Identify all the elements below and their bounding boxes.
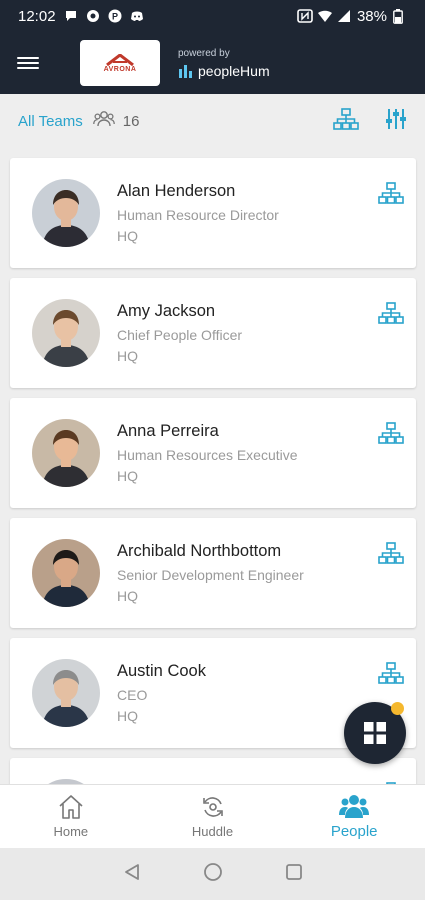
home-icon bbox=[59, 795, 83, 819]
status-bar: 12:02 P 38% bbox=[0, 0, 425, 32]
person-location: HQ bbox=[117, 588, 138, 604]
bottom-nav: Home Huddle People bbox=[0, 784, 425, 848]
person-card[interactable] bbox=[10, 758, 416, 784]
company-logo[interactable]: AVRONA bbox=[80, 40, 160, 86]
message-icon bbox=[64, 9, 78, 23]
menu-icon bbox=[17, 54, 39, 72]
app-header: AVRONA powered by peopleHum bbox=[0, 32, 425, 94]
org-chart-icon[interactable] bbox=[378, 422, 404, 449]
notification-dot bbox=[391, 702, 404, 715]
person-card[interactable]: Anna Perreira Human Resources Executive HQ bbox=[10, 398, 416, 508]
apps-grid-icon bbox=[364, 722, 386, 744]
record-icon bbox=[86, 9, 100, 23]
nav-home-label: Home bbox=[53, 824, 89, 839]
org-chart-icon[interactable] bbox=[378, 182, 404, 209]
menu-button[interactable] bbox=[0, 32, 56, 94]
person-title: Chief People Officer bbox=[117, 327, 243, 343]
apps-fab-button[interactable] bbox=[344, 702, 406, 764]
wifi-icon bbox=[317, 9, 332, 23]
org-chart-icon[interactable] bbox=[333, 107, 359, 135]
person-title: Senior Development Engineer bbox=[117, 567, 304, 583]
person-name[interactable]: Archibald Northbottom bbox=[117, 542, 281, 561]
person-card[interactable]: Archibald Northbottom Senior Development … bbox=[10, 518, 416, 628]
teams-bar: All Teams 16 bbox=[0, 94, 425, 148]
filter-icon[interactable] bbox=[385, 107, 407, 136]
signal-icon bbox=[337, 9, 351, 23]
discord-icon bbox=[130, 9, 144, 23]
battery-percent: 38% bbox=[356, 7, 387, 25]
avatar[interactable] bbox=[32, 659, 100, 727]
svg-text:P: P bbox=[112, 12, 118, 22]
avatar[interactable] bbox=[32, 419, 100, 487]
avatar[interactable] bbox=[32, 179, 100, 247]
org-chart-icon[interactable] bbox=[378, 302, 404, 329]
all-teams-link[interactable]: All Teams bbox=[18, 113, 83, 130]
powered-by-block: powered by peopleHum bbox=[178, 48, 270, 79]
teams-count: 16 bbox=[122, 112, 140, 130]
person-location: HQ bbox=[117, 228, 138, 244]
huddle-icon bbox=[202, 797, 223, 817]
nav-huddle[interactable]: Huddle bbox=[142, 785, 284, 848]
brand-logo: peopleHum bbox=[178, 63, 270, 79]
person-title: CEO bbox=[117, 687, 148, 703]
person-card[interactable]: Alan Henderson Human Resource Director HQ bbox=[10, 158, 416, 268]
p-icon: P bbox=[108, 9, 122, 23]
team-icon bbox=[92, 110, 115, 133]
org-chart-icon[interactable] bbox=[378, 542, 404, 569]
org-chart-icon[interactable] bbox=[378, 662, 404, 689]
peoplehum-icon bbox=[179, 64, 192, 78]
person-card[interactable]: Amy Jackson Chief People Officer HQ bbox=[10, 278, 416, 388]
person-location: HQ bbox=[117, 708, 138, 724]
home-circle-icon[interactable] bbox=[203, 862, 223, 887]
system-nav bbox=[0, 848, 425, 900]
nav-people[interactable]: People bbox=[283, 785, 425, 848]
person-title: Human Resource Director bbox=[117, 207, 279, 223]
logo-mark-icon bbox=[106, 53, 134, 66]
people-list[interactable]: Alan Henderson Human Resource Director HQ A… bbox=[0, 148, 425, 784]
nav-home[interactable]: Home bbox=[0, 785, 142, 848]
back-icon[interactable] bbox=[123, 863, 141, 886]
nav-huddle-label: Huddle bbox=[191, 824, 234, 839]
nav-people-label: People bbox=[330, 823, 378, 840]
person-name[interactable]: Austin Cook bbox=[117, 662, 206, 681]
people-icon bbox=[339, 795, 370, 818]
powered-by-label: powered by bbox=[178, 47, 230, 59]
person-name[interactable]: Anna Perreira bbox=[117, 422, 219, 441]
person-title: Human Resources Executive bbox=[117, 447, 298, 463]
status-time: 12:02 bbox=[18, 7, 56, 25]
avatar[interactable] bbox=[32, 299, 100, 367]
person-location: HQ bbox=[117, 468, 138, 484]
person-name[interactable]: Amy Jackson bbox=[117, 302, 215, 321]
battery-icon bbox=[393, 9, 407, 24]
avatar[interactable] bbox=[32, 539, 100, 607]
person-name[interactable]: Alan Henderson bbox=[117, 182, 235, 201]
nfc-icon bbox=[297, 9, 313, 23]
person-location: HQ bbox=[117, 348, 138, 364]
recents-icon[interactable] bbox=[285, 863, 303, 886]
brand-name: peopleHum bbox=[198, 62, 270, 79]
logo-text: AVRONA bbox=[103, 65, 137, 73]
